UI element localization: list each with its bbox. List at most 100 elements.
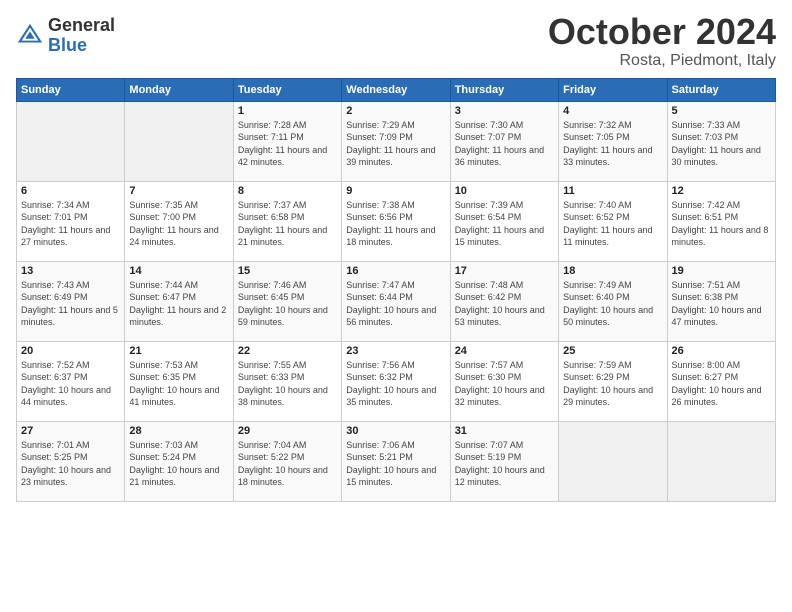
calendar-cell: 13 Sunrise: 7:43 AMSunset: 6:49 PMDayligh… [17,261,125,341]
logo-text: General Blue [48,16,115,56]
calendar-cell: 17 Sunrise: 7:48 AMSunset: 6:42 PMDayligh… [450,261,558,341]
day-info: Sunrise: 7:42 AMSunset: 6:51 PMDaylight:… [672,199,771,249]
day-info: Sunrise: 7:48 AMSunset: 6:42 PMDaylight:… [455,279,554,329]
logo: General Blue [16,16,115,56]
day-info: Sunrise: 7:32 AMSunset: 7:05 PMDaylight:… [563,119,662,169]
header: General Blue October 2024 Rosta, Piedmon… [16,12,776,70]
header-wednesday: Wednesday [342,78,450,101]
calendar-cell: 28Sunrise: 7:03 AMSunset: 5:24 PMDayligh… [125,421,233,501]
day-info: Sunrise: 7:37 AMSunset: 6:58 PMDaylight:… [238,199,337,249]
day-info: Sunrise: 7:34 AMSunset: 7:01 PMDaylight:… [21,199,120,249]
calendar-cell: 21 Sunrise: 7:53 AMSunset: 6:35 PMDayligh… [125,341,233,421]
calendar-cell: 11 Sunrise: 7:40 AMSunset: 6:52 PMDayligh… [559,181,667,261]
day-number: 9 [346,185,445,197]
day-number: 11 [563,185,662,197]
day-number: 10 [455,185,554,197]
calendar-cell: 7 Sunrise: 7:35 AMSunset: 7:00 PMDaylight… [125,181,233,261]
calendar-week-1: 6Sunrise: 7:34 AMSunset: 7:01 PMDaylight… [17,181,776,261]
calendar-cell: 18 Sunrise: 7:49 AMSunset: 6:40 PMDayligh… [559,261,667,341]
day-number: 20 [21,345,120,357]
day-info: Sunrise: 7:35 AMSunset: 7:00 PMDaylight:… [129,199,228,249]
calendar-cell: 14 Sunrise: 7:44 AMSunset: 6:47 PMDayligh… [125,261,233,341]
day-info: Sunrise: 7:49 AMSunset: 6:40 PMDaylight:… [563,279,662,329]
calendar-cell: 19 Sunrise: 7:51 AMSunset: 6:38 PMDayligh… [667,261,775,341]
day-number: 21 [129,345,228,357]
calendar-cell: 6Sunrise: 7:34 AMSunset: 7:01 PMDaylight… [17,181,125,261]
day-number: 28 [129,425,228,437]
day-number: 19 [672,265,771,277]
day-number: 24 [455,345,554,357]
day-info: Sunrise: 7:33 AMSunset: 7:03 PMDaylight:… [672,119,771,169]
calendar-cell [17,101,125,181]
calendar-cell: 4 Sunrise: 7:32 AMSunset: 7:05 PMDaylight… [559,101,667,181]
day-info: Sunrise: 7:56 AMSunset: 6:32 PMDaylight:… [346,359,445,409]
day-info: Sunrise: 7:52 AMSunset: 6:37 PMDaylight:… [21,359,120,409]
calendar-cell: 12 Sunrise: 7:42 AMSunset: 6:51 PMDayligh… [667,181,775,261]
calendar-week-0: 1Sunrise: 7:28 AMSunset: 7:11 PMDaylight… [17,101,776,181]
location: Rosta, Piedmont, Italy [548,52,776,70]
header-saturday: Saturday [667,78,775,101]
day-number: 7 [129,185,228,197]
day-number: 16 [346,265,445,277]
day-info: Sunrise: 8:00 AMSunset: 6:27 PMDaylight:… [672,359,771,409]
day-number: 13 [21,265,120,277]
day-number: 4 [563,105,662,117]
day-number: 30 [346,425,445,437]
day-info: Sunrise: 7:51 AMSunset: 6:38 PMDaylight:… [672,279,771,329]
calendar-week-3: 20 Sunrise: 7:52 AMSunset: 6:37 PMDayligh… [17,341,776,421]
day-info: Sunrise: 7:59 AMSunset: 6:29 PMDaylight:… [563,359,662,409]
day-number: 2 [346,105,445,117]
day-info: Sunrise: 7:44 AMSunset: 6:47 PMDaylight:… [129,279,228,329]
calendar-cell: 16Sunrise: 7:47 AMSunset: 6:44 PMDayligh… [342,261,450,341]
calendar-cell [559,421,667,501]
day-info: Sunrise: 7:55 AMSunset: 6:33 PMDaylight:… [238,359,337,409]
day-number: 3 [455,105,554,117]
day-info: Sunrise: 7:46 AMSunset: 6:45 PMDaylight:… [238,279,337,329]
calendar-cell: 20 Sunrise: 7:52 AMSunset: 6:37 PMDayligh… [17,341,125,421]
calendar-cell [125,101,233,181]
day-info: Sunrise: 7:07 AMSunset: 5:19 PMDaylight:… [455,439,554,489]
day-info: Sunrise: 7:57 AMSunset: 6:30 PMDaylight:… [455,359,554,409]
calendar-cell: 15Sunrise: 7:46 AMSunset: 6:45 PMDayligh… [233,261,341,341]
logo-general: General [48,16,115,36]
day-number: 5 [672,105,771,117]
logo-blue: Blue [48,36,115,56]
logo-icon [16,22,44,50]
day-info: Sunrise: 7:04 AMSunset: 5:22 PMDaylight:… [238,439,337,489]
main-container: General Blue October 2024 Rosta, Piedmon… [0,0,792,510]
calendar-cell: 9 Sunrise: 7:38 AMSunset: 6:56 PMDaylight… [342,181,450,261]
day-number: 8 [238,185,337,197]
calendar-cell: 5 Sunrise: 7:33 AMSunset: 7:03 PMDaylight… [667,101,775,181]
day-info: Sunrise: 7:28 AMSunset: 7:11 PMDaylight:… [238,119,337,169]
header-monday: Monday [125,78,233,101]
day-info: Sunrise: 7:43 AMSunset: 6:49 PMDaylight:… [21,279,120,329]
day-info: Sunrise: 7:38 AMSunset: 6:56 PMDaylight:… [346,199,445,249]
calendar-body: 1Sunrise: 7:28 AMSunset: 7:11 PMDaylight… [17,101,776,501]
day-info: Sunrise: 7:40 AMSunset: 6:52 PMDaylight:… [563,199,662,249]
calendar-cell [667,421,775,501]
day-info: Sunrise: 7:53 AMSunset: 6:35 PMDaylight:… [129,359,228,409]
day-info: Sunrise: 7:06 AMSunset: 5:21 PMDaylight:… [346,439,445,489]
day-number: 17 [455,265,554,277]
month-title: October 2024 [548,12,776,52]
calendar-cell: 27Sunrise: 7:01 AMSunset: 5:25 PMDayligh… [17,421,125,501]
calendar-cell: 30 Sunrise: 7:06 AMSunset: 5:21 PMDayligh… [342,421,450,501]
calendar-cell: 10 Sunrise: 7:39 AMSunset: 6:54 PMDayligh… [450,181,558,261]
calendar-cell: 1Sunrise: 7:28 AMSunset: 7:11 PMDaylight… [233,101,341,181]
header-friday: Friday [559,78,667,101]
day-info: Sunrise: 7:01 AMSunset: 5:25 PMDaylight:… [21,439,120,489]
day-number: 14 [129,265,228,277]
calendar-week-4: 27Sunrise: 7:01 AMSunset: 5:25 PMDayligh… [17,421,776,501]
calendar-cell: 23Sunrise: 7:56 AMSunset: 6:32 PMDayligh… [342,341,450,421]
header-tuesday: Tuesday [233,78,341,101]
calendar-header: Sunday Monday Tuesday Wednesday Thursday… [17,78,776,101]
day-info: Sunrise: 7:39 AMSunset: 6:54 PMDaylight:… [455,199,554,249]
day-number: 18 [563,265,662,277]
day-number: 12 [672,185,771,197]
day-number: 31 [455,425,554,437]
day-info: Sunrise: 7:30 AMSunset: 7:07 PMDaylight:… [455,119,554,169]
day-number: 26 [672,345,771,357]
calendar-cell: 22Sunrise: 7:55 AMSunset: 6:33 PMDayligh… [233,341,341,421]
calendar-cell: 26 Sunrise: 8:00 AMSunset: 6:27 PMDayligh… [667,341,775,421]
header-thursday: Thursday [450,78,558,101]
